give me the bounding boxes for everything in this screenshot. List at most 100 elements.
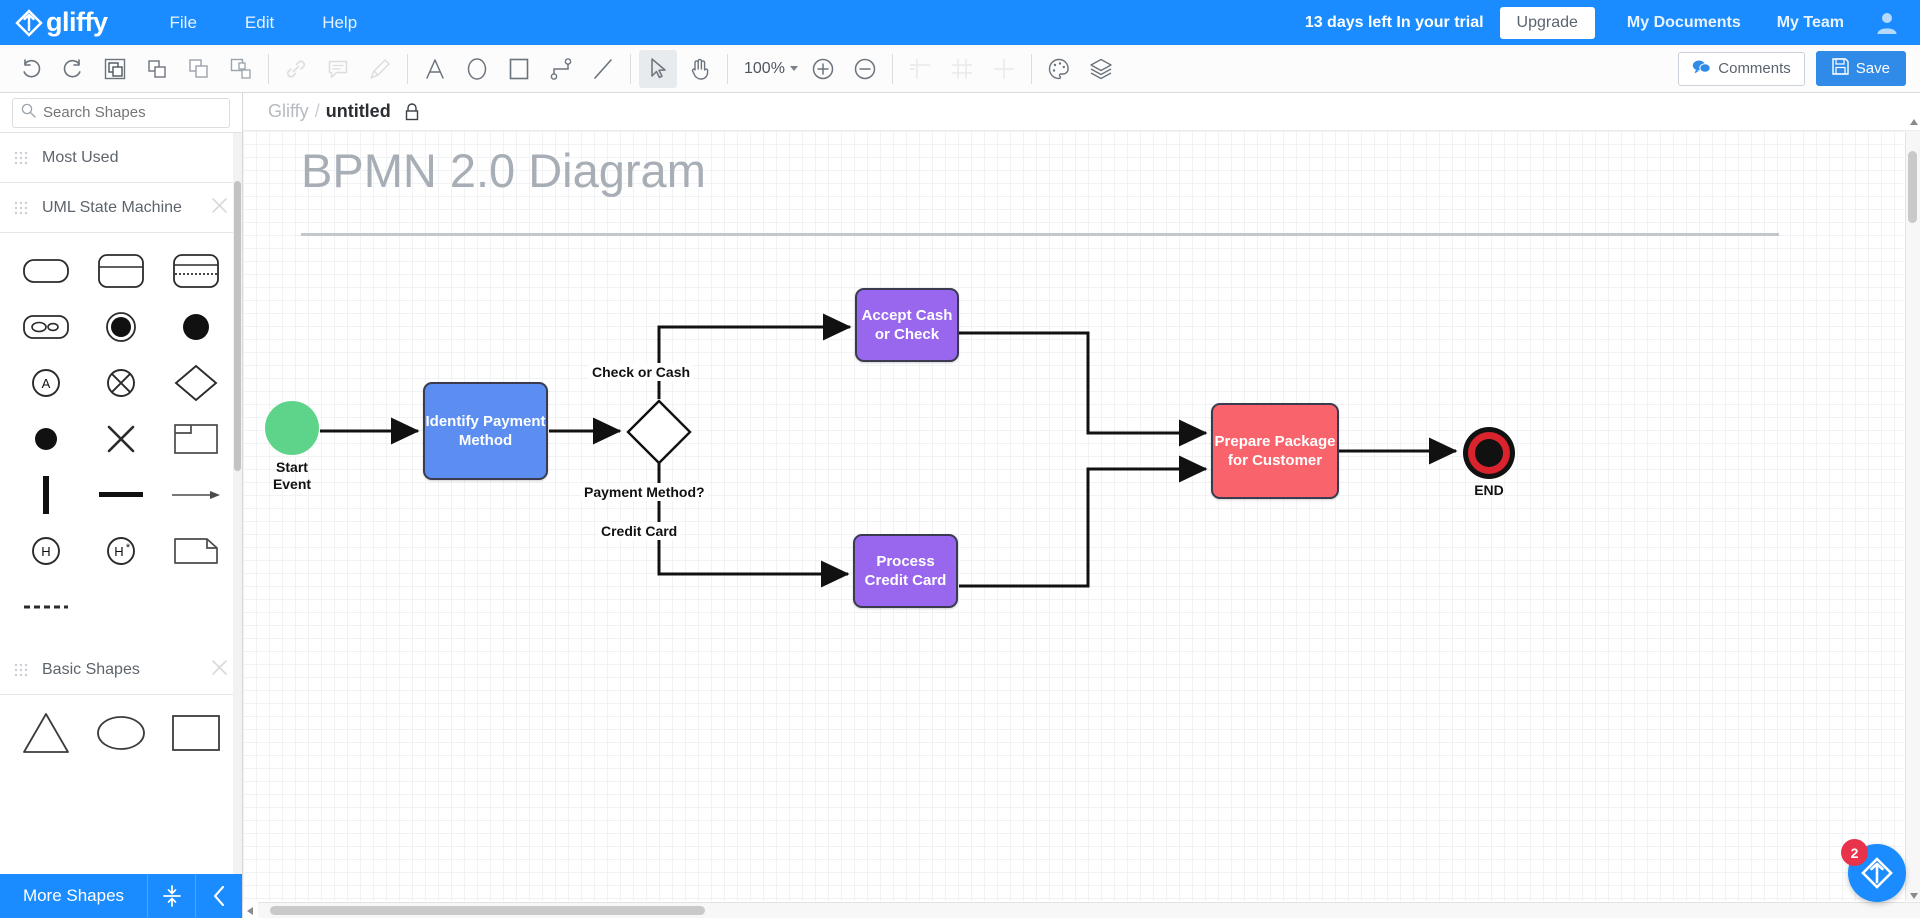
my-documents-link[interactable]: My Documents xyxy=(1609,14,1759,32)
breadcrumb: Gliffy / untitled xyxy=(243,93,1920,131)
send-backward-button[interactable] xyxy=(180,50,218,88)
shape-triangle-icon[interactable] xyxy=(8,705,83,761)
identify-payment-method-box[interactable]: Identify Payment Method xyxy=(423,382,548,480)
end-event-node[interactable]: END xyxy=(1462,426,1516,498)
gliffy-logo[interactable]: gliffy xyxy=(0,7,108,38)
link-button[interactable] xyxy=(277,50,315,88)
scroll-up-arrow-icon[interactable] xyxy=(1907,115,1920,129)
diagram-title-text[interactable]: BPMN 2.0 Diagram xyxy=(301,143,706,198)
canvas-horizontal-scroll-thumb[interactable] xyxy=(270,906,705,915)
document-title[interactable]: untitled xyxy=(326,101,391,122)
theme-palette-button[interactable] xyxy=(1040,50,1078,88)
my-team-link[interactable]: My Team xyxy=(1759,14,1862,32)
collapse-vertical-button[interactable] xyxy=(147,874,195,918)
toolbar-group-insert-shapes xyxy=(414,45,624,93)
edge-label-check-or-cash[interactable]: Check or Cash xyxy=(589,363,694,381)
shape-initial-state-ring-icon[interactable] xyxy=(83,299,158,355)
line-tool-button[interactable] xyxy=(584,50,622,88)
sidebar-scrollbar-thumb[interactable] xyxy=(234,181,241,471)
edge-label-payment-method[interactable]: Payment Method? xyxy=(581,483,708,501)
prepare-package-box[interactable]: Prepare Package for Customer xyxy=(1211,403,1339,499)
shape-note-box-icon[interactable] xyxy=(159,411,234,467)
zoom-out-button[interactable] xyxy=(846,50,884,88)
shape-circle-a-icon[interactable]: A xyxy=(8,355,83,411)
shape-folded-note-icon[interactable] xyxy=(159,523,234,579)
upgrade-button[interactable]: Upgrade xyxy=(1499,6,1595,39)
rectangle-tool-button[interactable] xyxy=(500,50,538,88)
menu-item-help[interactable]: Help xyxy=(298,0,381,45)
shape-rounded-rect-dashed-icon[interactable] xyxy=(159,243,234,299)
accept-cash-or-check-node[interactable]: Accept Cash or Check xyxy=(855,288,959,362)
lock-icon[interactable] xyxy=(404,102,420,121)
payment-method-gateway-node[interactable] xyxy=(626,399,692,470)
shape-diamond-icon[interactable] xyxy=(159,355,234,411)
prepare-package-node[interactable]: Prepare Package for Customer xyxy=(1211,403,1339,499)
edge-label-credit-card[interactable]: Credit Card xyxy=(598,522,681,540)
shape-filled-circle-icon[interactable] xyxy=(159,299,234,355)
snap-crosshair-button[interactable] xyxy=(985,50,1023,88)
bring-forward-button[interactable] xyxy=(138,50,176,88)
bring-to-front-button[interactable] xyxy=(96,50,134,88)
start-event-label: Start Event xyxy=(257,459,327,493)
connector-tool-button[interactable] xyxy=(542,50,580,88)
format-painter-button[interactable] xyxy=(361,50,399,88)
canvas-vertical-scroll-thumb[interactable] xyxy=(1908,151,1917,223)
user-avatar-icon[interactable] xyxy=(1874,10,1900,36)
canvas-horizontal-scrollbar[interactable] xyxy=(247,902,1920,918)
save-button[interactable]: Save xyxy=(1815,51,1906,86)
send-to-back-button[interactable] xyxy=(222,50,260,88)
shape-circle-cross-icon[interactable] xyxy=(83,355,158,411)
process-credit-card-node[interactable]: Process Credit Card xyxy=(853,534,958,608)
layers-button[interactable] xyxy=(1082,50,1120,88)
shape-solid-dot-icon[interactable] xyxy=(8,411,83,467)
undo-button[interactable] xyxy=(12,50,50,88)
rulers-button[interactable] xyxy=(901,50,939,88)
gateway-diamond-icon[interactable] xyxy=(626,399,692,465)
pan-tool-button[interactable] xyxy=(681,50,719,88)
scroll-left-arrow-icon[interactable] xyxy=(244,905,256,917)
shape-history-h-icon[interactable]: H xyxy=(8,523,83,579)
ellipse-tool-button[interactable] xyxy=(458,50,496,88)
accept-cash-or-check-box[interactable]: Accept Cash or Check xyxy=(855,288,959,362)
zoom-level-dropdown[interactable]: 100% xyxy=(734,60,802,78)
menu-item-edit[interactable]: Edit xyxy=(221,0,298,45)
search-shapes-box[interactable] xyxy=(12,97,230,128)
sidebar-section-uml-state-machine[interactable]: UML State Machine xyxy=(0,183,242,233)
redo-button[interactable] xyxy=(54,50,92,88)
text-tool-button[interactable] xyxy=(416,50,454,88)
shape-ellipse-icon[interactable] xyxy=(83,705,158,761)
end-event-icon[interactable] xyxy=(1462,426,1516,480)
scroll-down-arrow-icon[interactable] xyxy=(1907,889,1920,903)
close-icon[interactable] xyxy=(211,659,228,681)
hide-sidebar-button[interactable] xyxy=(195,874,242,918)
shape-rounded-rect-divided-icon[interactable] xyxy=(83,243,158,299)
search-input[interactable] xyxy=(43,104,221,121)
zoom-in-button[interactable] xyxy=(804,50,842,88)
sidebar-section-most-used[interactable]: Most Used xyxy=(0,133,242,183)
breadcrumb-root[interactable]: Gliffy xyxy=(268,101,309,122)
diagram-canvas[interactable]: BPMN 2.0 Diagram Start Event Identify Pa… xyxy=(243,131,1920,918)
more-shapes-button[interactable]: More Shapes xyxy=(0,886,147,906)
shape-rounded-rect-icon[interactable] xyxy=(8,243,83,299)
shape-vertical-bar-icon[interactable] xyxy=(8,467,83,523)
canvas-vertical-scrollbar[interactable] xyxy=(1905,119,1920,903)
identify-payment-method-node[interactable]: Identify Payment Method xyxy=(423,382,548,480)
comment-button[interactable] xyxy=(319,50,357,88)
sidebar-section-basic-shapes[interactable]: Basic Shapes xyxy=(0,645,242,695)
shape-deep-history-h-icon[interactable]: H * xyxy=(83,523,158,579)
select-tool-button[interactable] xyxy=(639,49,677,88)
process-credit-card-box[interactable]: Process Credit Card xyxy=(853,534,958,608)
shape-rectangle-icon[interactable] xyxy=(159,705,234,761)
comments-button[interactable]: Comments xyxy=(1678,51,1805,86)
shape-arrow-right-icon[interactable] xyxy=(159,467,234,523)
menu-item-file[interactable]: File xyxy=(146,0,221,45)
start-event-node[interactable]: Start Event xyxy=(265,401,319,492)
shape-dashed-line-icon[interactable] xyxy=(8,579,83,635)
close-icon[interactable] xyxy=(211,197,228,219)
grid-button[interactable] xyxy=(943,50,981,88)
shape-x-cross-icon[interactable] xyxy=(83,411,158,467)
shape-composite-state-icon[interactable] xyxy=(8,299,83,355)
sidebar-scrollbar-track[interactable] xyxy=(233,133,242,918)
shape-horizontal-bar-icon[interactable] xyxy=(83,467,158,523)
start-event-circle[interactable] xyxy=(265,401,319,455)
